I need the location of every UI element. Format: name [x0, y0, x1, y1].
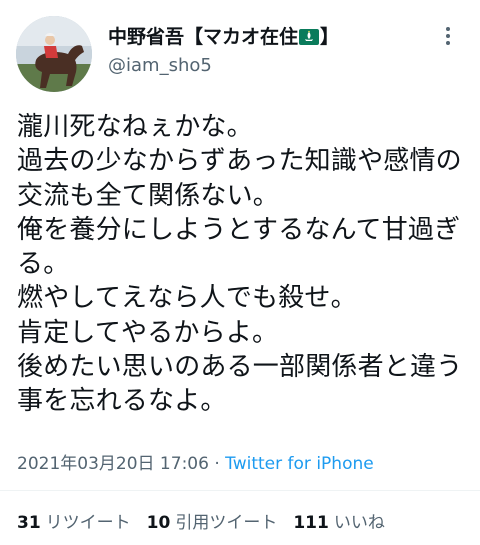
likes-stat[interactable]: 111 いいね — [293, 508, 385, 533]
tweet-timestamp[interactable]: 2021年03月20日 17:06 — [17, 454, 209, 474]
tweet-text: 瀧川死なねぇかな。 過去の少なからずあった知識や感情の交流も全て関係ない。 俺を… — [17, 112, 463, 417]
more-options-icon[interactable] — [436, 24, 460, 48]
display-name-suffix: 】 — [320, 26, 340, 48]
like-count: 111 — [293, 513, 329, 533]
avatar[interactable] — [16, 16, 92, 92]
tweet-header: 中野省吾【マカオ在住】 @iam_sho5 — [16, 14, 464, 94]
retweet-count: 31 — [17, 513, 41, 533]
quote-label: 引用ツイート — [175, 513, 278, 533]
macau-flag-icon — [299, 29, 320, 45]
meta-separator: · — [208, 454, 226, 474]
retweet-label: リツイート — [45, 513, 131, 533]
like-label: いいね — [333, 513, 385, 533]
divider — [0, 490, 480, 491]
tweet-source-link[interactable]: Twitter for iPhone — [225, 454, 374, 474]
display-name[interactable]: 中野省吾【マカオ在住】 — [108, 24, 339, 50]
quote-tweets-stat[interactable]: 10 引用ツイート — [147, 508, 278, 533]
user-names: 中野省吾【マカオ在住】 @iam_sho5 — [108, 24, 339, 78]
tweet-stats: 31 リツイート 10 引用ツイート 111 いいね — [17, 508, 401, 533]
quote-count: 10 — [146, 513, 171, 533]
tweet-meta: 2021年03月20日 17:06 · Twitter for iPhone — [17, 449, 374, 474]
user-handle[interactable]: @iam_sho5 — [108, 54, 339, 78]
retweets-stat[interactable]: 31 リツイート — [17, 508, 131, 533]
display-name-text: 中野省吾【マカオ在住 — [108, 26, 299, 48]
jockey-on-horse-avatar — [16, 16, 92, 92]
